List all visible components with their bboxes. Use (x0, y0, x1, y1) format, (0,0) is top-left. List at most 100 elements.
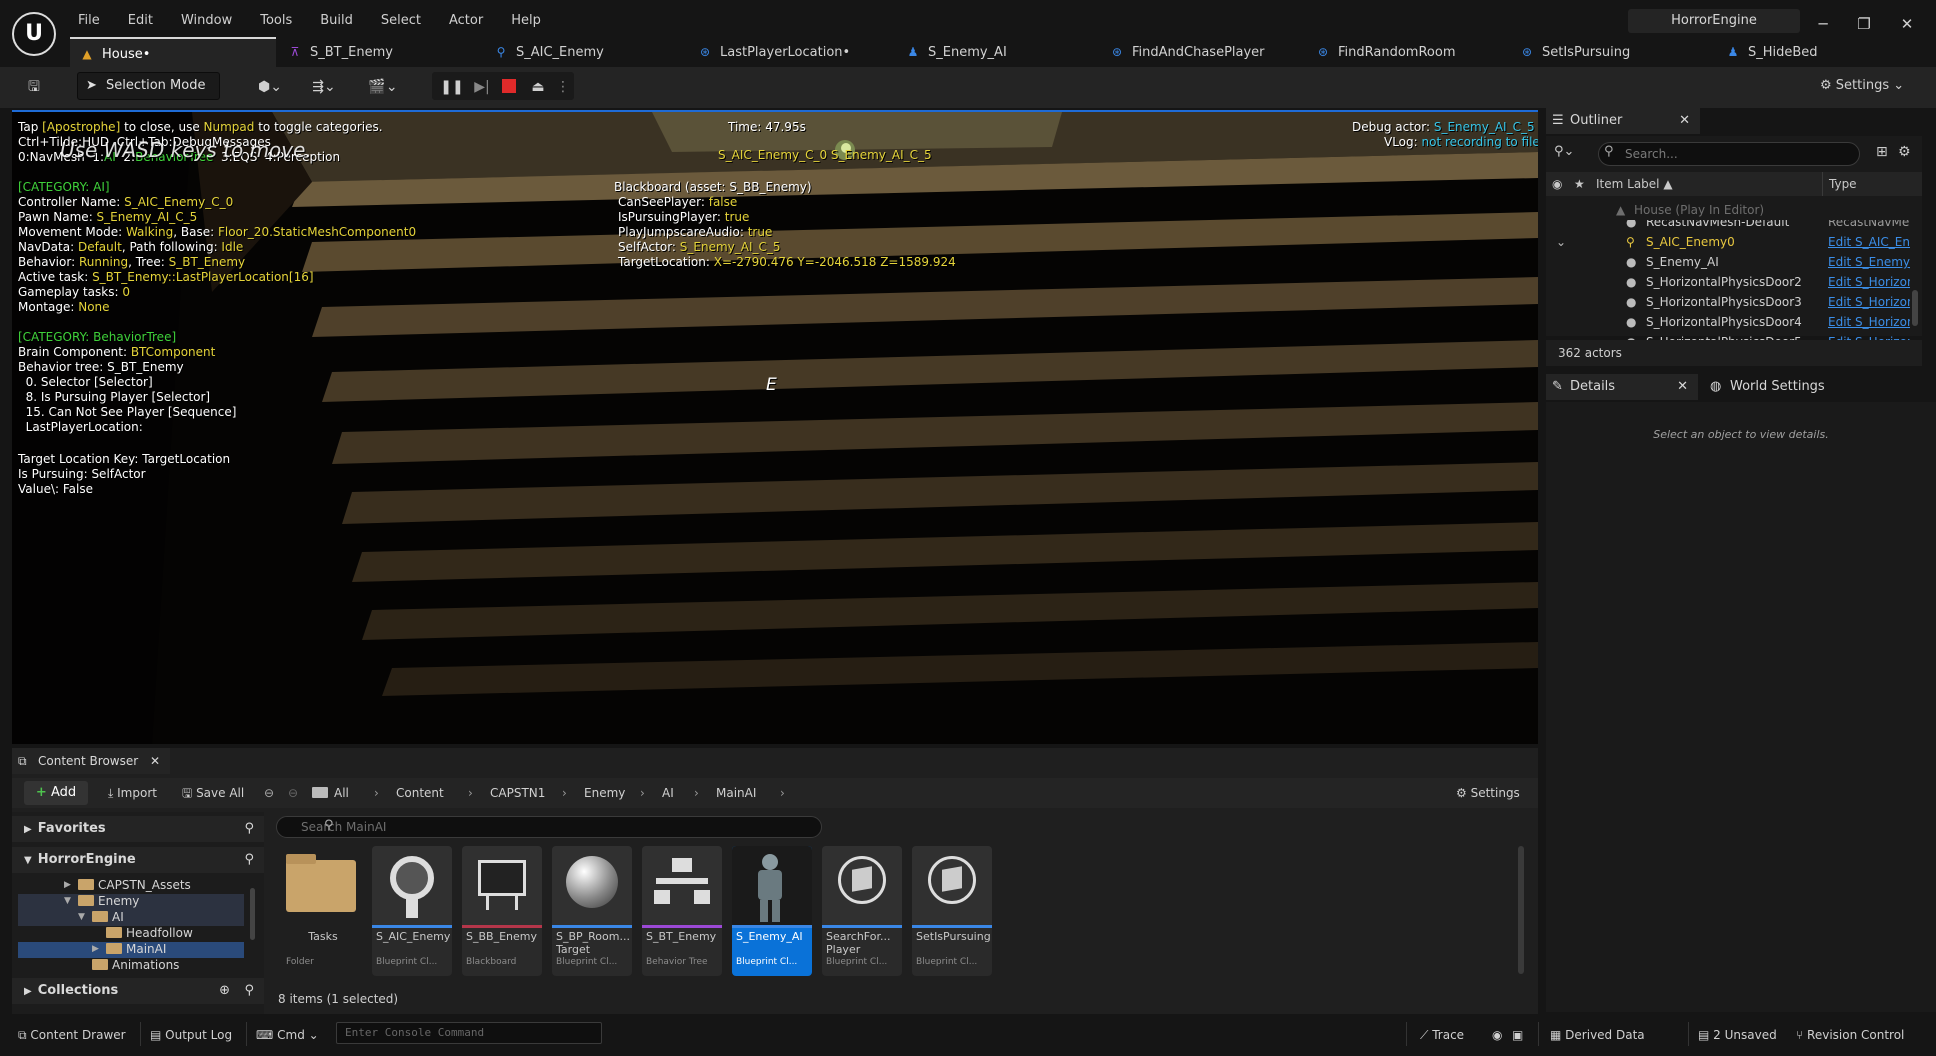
tab-s-enemy-ai[interactable]: ♟ S_Enemy_AI (906, 37, 1007, 67)
tree-folder[interactable]: ▼ Enemy (18, 894, 244, 910)
outliner-settings-gear-icon[interactable]: ⚙ (1898, 144, 1911, 160)
import-button[interactable]: ⤓ Import (108, 782, 157, 804)
menu-edit[interactable]: Edit (114, 10, 167, 32)
expand-arrow-icon[interactable]: ⌄ (1556, 232, 1566, 252)
outliner-row[interactable]: ● S_Enemy_AI Edit S_Enemy_ (1546, 252, 1910, 272)
outliner-tab[interactable]: ☰ Outliner ✕ (1546, 108, 1700, 134)
outliner-scrollbar[interactable] (1912, 290, 1918, 326)
folder-icon[interactable] (312, 782, 328, 804)
save-icon[interactable]: 🖫 (20, 73, 48, 101)
tab-s-hide-bed[interactable]: ♟ S_HideBed (1726, 37, 1818, 67)
menu-file[interactable]: File (64, 10, 114, 32)
pause-icon[interactable]: ❚❚ (440, 73, 464, 101)
close-window-icon[interactable]: ✕ (1892, 12, 1922, 36)
menu-help[interactable]: Help (497, 10, 555, 32)
add-actor-icon[interactable]: ⬢⌄ (250, 73, 290, 101)
asset-tile[interactable]: S_BB_Enemy Blackboard (462, 846, 542, 976)
stop-icon[interactable] (502, 79, 516, 93)
tab-find-and-chase-player[interactable]: ⊛ FindAndChasePlayer (1110, 37, 1265, 67)
chevron-right-icon[interactable]: › (562, 782, 567, 804)
asset-tile[interactable]: S_BT_Enemy Behavior Tree (642, 846, 722, 976)
minimize-icon[interactable]: ─ (1808, 12, 1838, 36)
tree-folder[interactable]: ▶ MainAI (18, 942, 244, 958)
visibility-eye-icon[interactable]: ◉ (1552, 172, 1562, 196)
menu-actor[interactable]: Actor (435, 10, 497, 32)
menu-window[interactable]: Window (167, 10, 246, 32)
column-item-label[interactable]: Item Label ▲ (1596, 172, 1673, 196)
record-icon[interactable]: ◉ (1492, 1024, 1502, 1046)
breadcrumb-item[interactable]: Enemy (584, 782, 625, 804)
derived-data-button[interactable]: ▦ Derived Data (1550, 1024, 1645, 1046)
chevron-right-icon[interactable]: › (780, 782, 785, 804)
tab-set-is-pursuing[interactable]: ⊛ SetIsPursuing (1520, 37, 1630, 67)
close-tab-icon[interactable]: ✕ (1679, 108, 1690, 134)
cb-settings-button[interactable]: ⚙ Settings (1456, 782, 1520, 804)
asset-tile[interactable]: S_BP_Room... Target Blueprint Cl... (552, 846, 632, 976)
breadcrumb-item[interactable]: CAPSTN1 (490, 782, 545, 804)
tree-arrow-icon[interactable]: ▶ (92, 942, 99, 957)
add-folder-icon[interactable]: ⊞ (1876, 144, 1888, 160)
tree-arrow-icon[interactable]: ▼ (64, 894, 71, 909)
edit-blueprint-link[interactable]: Edit S_AIC_Ene (1828, 232, 1910, 252)
close-tab-icon[interactable]: ✕ (1677, 374, 1688, 400)
history-forward-icon[interactable]: ⊖ (288, 782, 298, 804)
asset-scrollbar[interactable] (1518, 846, 1524, 974)
cmd-dropdown[interactable]: ⌨ Cmd ⌄ (256, 1024, 319, 1046)
tab-s-bt-enemy[interactable]: ⊼ S_BT_Enemy (288, 37, 393, 67)
revision-control-button[interactable]: ⑂ Revision Control (1796, 1024, 1904, 1046)
eject-icon[interactable]: ⏏ (526, 73, 550, 101)
add-button[interactable]: + Add (24, 781, 88, 805)
add-collection-icon[interactable]: ⊕ (219, 978, 230, 1004)
content-drawer-button[interactable]: ⧉ Content Drawer (18, 1024, 126, 1046)
screenshot-icon[interactable]: ▣ (1512, 1024, 1523, 1046)
chevron-right-icon[interactable]: › (468, 782, 473, 804)
breadcrumb-item[interactable]: AI (662, 782, 674, 804)
world-settings-tab[interactable]: ◍ World Settings (1702, 374, 1854, 400)
save-all-button[interactable]: 🖫 Save All (182, 782, 244, 804)
tree-folder[interactable]: ▶ CAPSTN_Assets (18, 878, 244, 894)
toolbar-settings-button[interactable]: ⚙ Settings ⌄ (1820, 74, 1904, 98)
filter-icon[interactable]: ⚲⌄ (1554, 144, 1574, 159)
output-log-button[interactable]: ▤ Output Log (150, 1024, 232, 1046)
level-viewport[interactable]: Tap [Apostrophe] to close, use Numpad to… (12, 110, 1538, 744)
outliner-row[interactable]: ● S_HorizontalPhysicsDoor3 Edit S_Horizon (1546, 292, 1910, 312)
root-header[interactable]: ▼ HorrorEngine ⚲ (12, 847, 264, 873)
collections-header[interactable]: ▶ Collections ⊕ ⚲ (12, 978, 264, 1004)
asset-search-input[interactable]: Search MainAI (276, 816, 822, 838)
restore-icon[interactable]: ❐ (1849, 12, 1879, 36)
unsaved-button[interactable]: ▤ 2 Unsaved (1698, 1024, 1777, 1046)
tab-find-random-room[interactable]: ⊛ FindRandomRoom (1316, 37, 1456, 67)
breadcrumb-item[interactable]: All (334, 782, 349, 804)
edit-blueprint-link[interactable]: Edit S_Horizon (1828, 272, 1910, 292)
more-options-icon[interactable]: ⋮ (556, 73, 570, 101)
search-icon[interactable]: ⚲ (244, 847, 254, 873)
outliner-row[interactable]: ● S_HorizontalPhysicsDoor2 Edit S_Horizon (1546, 272, 1910, 292)
history-back-icon[interactable]: ⊖ (264, 782, 274, 804)
column-type[interactable]: Type (1822, 172, 1857, 196)
pin-star-icon[interactable]: ★ (1574, 172, 1585, 196)
asset-tile[interactable]: S_Enemy_AI Blueprint Cl... (732, 846, 812, 976)
asset-tile[interactable]: SearchFor... Player Blueprint Cl... (822, 846, 902, 976)
tab-last-player-location[interactable]: ⊛ LastPlayerLocation• (698, 37, 850, 67)
step-frame-icon[interactable]: ▶| (470, 73, 494, 101)
tree-arrow-icon[interactable]: ▼ (78, 910, 85, 925)
tab-house[interactable]: ▲ House• (70, 37, 276, 67)
chevron-right-icon[interactable]: › (640, 782, 645, 804)
menu-tools[interactable]: Tools (246, 10, 306, 32)
close-tab-icon[interactable]: ✕ (150, 748, 160, 774)
outliner-row[interactable]: ⌄ ⚲ S_AIC_Enemy0 Edit S_AIC_Ene (1546, 232, 1910, 252)
tree-folder[interactable]: ▼ AI (18, 910, 244, 926)
breadcrumb-item[interactable]: MainAI (716, 782, 756, 804)
menu-select[interactable]: Select (367, 10, 435, 32)
content-browser-tab[interactable]: ⧉ Content Browser ✕ (12, 748, 170, 774)
asset-tile[interactable]: Tasks Folder (282, 846, 362, 976)
menu-build[interactable]: Build (306, 10, 367, 32)
tree-folder[interactable]: Headfollow (18, 926, 244, 942)
details-tab[interactable]: ✎ Details ✕ (1546, 374, 1698, 400)
outliner-search-input[interactable]: Search... (1598, 142, 1860, 166)
asset-tile[interactable]: SetIsPursuing Blueprint Cl... (912, 846, 992, 976)
tree-folder[interactable]: Animations (18, 958, 244, 974)
outliner-row[interactable]: ● S_HorizontalPhysicsDoor4 Edit S_Horizon (1546, 312, 1910, 332)
trace-button[interactable]: ⟋ Trace (1420, 1024, 1464, 1046)
unreal-logo-icon[interactable]: U (12, 12, 56, 56)
